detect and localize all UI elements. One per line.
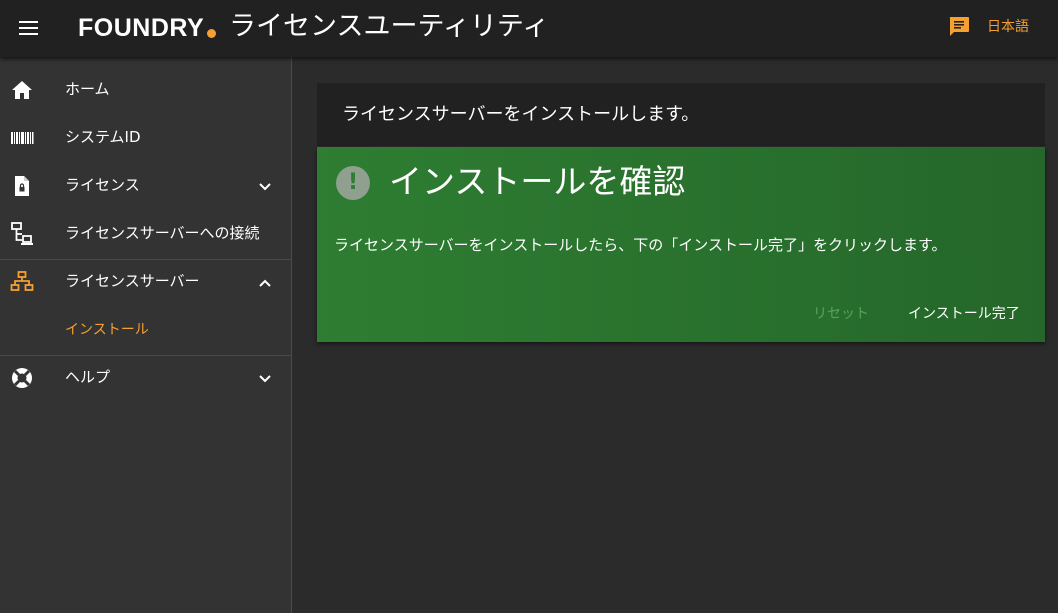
lifebuoy-icon — [12, 368, 32, 388]
sidebar-subitem-install[interactable]: インストール — [0, 307, 292, 353]
sidebar-item-label: ホーム — [65, 80, 110, 98]
chevron-up-icon — [259, 279, 271, 287]
sidebar-subitem-label: インストール — [65, 322, 149, 338]
sidebar-item-label: ライセンス — [65, 176, 140, 194]
network-connect-icon — [11, 222, 33, 245]
sidebar-item-system-id[interactable]: システムID — [0, 114, 292, 162]
sidebar-item-license[interactable]: ライセンス — [0, 162, 292, 210]
chevron-down-icon — [259, 375, 271, 383]
card-title: インストールを確認 — [389, 162, 686, 201]
page-heading: ライセンスサーバーをインストールします。 — [342, 104, 700, 125]
sidebar-item-help[interactable]: ヘルプ — [0, 354, 292, 402]
chevron-down-icon — [259, 183, 271, 191]
sidebar-item-home[interactable]: ホーム — [0, 66, 292, 114]
app-title: ライセンスユーティリティ — [229, 11, 550, 42]
hamburger-menu-icon[interactable] — [18, 18, 40, 38]
top-app-bar: FOUNDRY ライセンスユーティリティ 日本語 — [0, 0, 1058, 57]
card-body-text: ライセンスサーバーをインストールしたら、下の「インストール完了」をクリックします… — [334, 236, 947, 254]
barcode-icon — [11, 132, 34, 144]
sidebar-item-license-server[interactable]: ライセンスサーバー — [0, 258, 292, 306]
exclamation-circle-icon: ! — [336, 166, 370, 200]
foundry-logo: FOUNDRY — [78, 14, 205, 42]
sidebar-item-label: ヘルプ — [65, 368, 111, 386]
sidebar-item-label: ライセンスサーバーへの接続 — [65, 224, 260, 242]
confirm-install-card: ! インストールを確認 ライセンスサーバーをインストールしたら、下の「インストー… — [317, 147, 1045, 342]
install-complete-button[interactable]: インストール完了 — [908, 305, 1020, 323]
page-header: ライセンスサーバーをインストールします。 — [317, 83, 1045, 146]
sidebar-nav: ホーム システムID ライセンス ライセンスサーバーへの接続 ライセンスサーバー… — [0, 57, 292, 613]
language-selector[interactable]: 日本語 — [987, 18, 1029, 36]
server-network-icon — [10, 271, 34, 291]
chat-bubble-icon[interactable] — [947, 15, 971, 39]
sidebar-item-label: ライセンスサーバー — [65, 272, 200, 290]
sidebar-item-connect-server[interactable]: ライセンスサーバーへの接続 — [0, 210, 292, 258]
sidebar-item-label: システムID — [65, 128, 141, 146]
reset-button: リセット — [813, 306, 869, 322]
home-icon — [12, 81, 32, 99]
license-file-icon — [15, 176, 29, 196]
logo-dot — [207, 29, 216, 38]
exclamation-mark: ! — [347, 170, 359, 195]
